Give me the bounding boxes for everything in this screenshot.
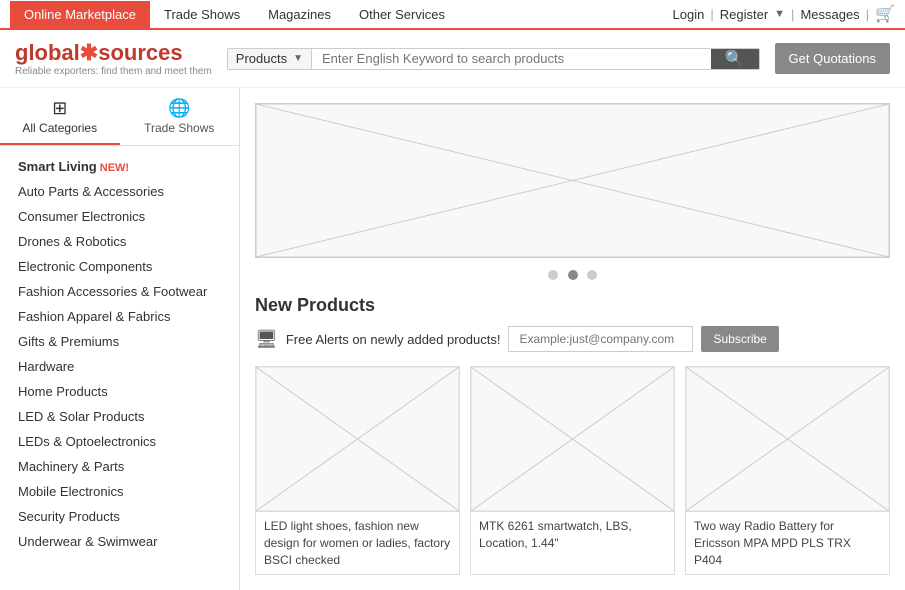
- sidebar-item-label: Security Products: [18, 509, 120, 524]
- get-quotations-button[interactable]: Get Quotations: [775, 43, 890, 74]
- alert-text: Free Alerts on newly added products!: [286, 332, 501, 347]
- sidebar-item-label: Home Products: [18, 384, 108, 399]
- register-link[interactable]: Register: [720, 7, 768, 22]
- search-button[interactable]: 🔍: [711, 49, 759, 69]
- subscribe-button[interactable]: Subscribe: [701, 326, 778, 352]
- product-desc-2: Two way Radio Battery for Ericsson MPA M…: [686, 512, 889, 574]
- main-layout: ⊞ All Categories 🌐 Trade Shows Smart Liv…: [0, 88, 905, 590]
- sidebar-item-label: Hardware: [18, 359, 74, 374]
- monitor-icon: 🖥: [255, 329, 278, 350]
- tab-trade-shows-label: Trade Shows: [144, 121, 214, 135]
- nav-trade-shows[interactable]: Trade Shows: [150, 1, 254, 28]
- register-arrow: ▼: [774, 8, 785, 20]
- sep3: |: [866, 7, 869, 22]
- sidebar-item-auto-parts[interactable]: Auto Parts & Accessories: [0, 179, 239, 204]
- sidebar-item-fashion-accessories[interactable]: Fashion Accessories & Footwear: [0, 279, 239, 304]
- sidebar-item-label: Drones & Robotics: [18, 234, 126, 249]
- grid-icon: ⊞: [5, 98, 115, 119]
- sep1: |: [710, 7, 713, 22]
- dot-3[interactable]: [587, 270, 597, 280]
- product-card-0[interactable]: LED light shoes, fashion new design for …: [255, 366, 460, 575]
- nav-other-services[interactable]: Other Services: [345, 1, 459, 28]
- sidebar-item-label: Auto Parts & Accessories: [18, 184, 164, 199]
- product-img-svg-0: [256, 367, 459, 511]
- sidebar-item-label: Machinery & Parts: [18, 459, 124, 474]
- product-image-1: [471, 367, 674, 512]
- sidebar-item-smart-living[interactable]: Smart LivingNEW!: [0, 154, 239, 179]
- sidebar-item-label: LED & Solar Products: [18, 409, 144, 424]
- sidebar: ⊞ All Categories 🌐 Trade Shows Smart Liv…: [0, 88, 240, 590]
- sidebar-item-label: Fashion Apparel & Fabrics: [18, 309, 170, 324]
- sidebar-item-security[interactable]: Security Products: [0, 504, 239, 529]
- banner-image: [255, 103, 890, 258]
- globe-icon: 🌐: [125, 98, 235, 119]
- sidebar-item-leds-opto[interactable]: LEDs & Optoelectronics: [0, 429, 239, 454]
- sidebar-item-home-products[interactable]: Home Products: [0, 379, 239, 404]
- sidebar-item-label: LEDs & Optoelectronics: [18, 434, 156, 449]
- new-products-title: New Products: [255, 295, 890, 316]
- product-grid: LED light shoes, fashion new design for …: [255, 366, 890, 575]
- banner-placeholder-svg: [256, 104, 889, 257]
- tab-all-categories-label: All Categories: [22, 121, 97, 135]
- sidebar-item-drones[interactable]: Drones & Robotics: [0, 229, 239, 254]
- search-category-label: Products: [236, 51, 287, 66]
- sidebar-item-fashion-apparel[interactable]: Fashion Apparel & Fabrics: [0, 304, 239, 329]
- sep2: |: [791, 7, 794, 22]
- dropdown-arrow-icon: ▼: [293, 53, 303, 64]
- product-image-0: [256, 367, 459, 512]
- banner-dots: [255, 268, 890, 283]
- sidebar-item-underwear[interactable]: Underwear & Swimwear: [0, 529, 239, 554]
- logo: global✱sources: [15, 40, 212, 66]
- top-nav-left: Online Marketplace Trade Shows Magazines…: [10, 1, 673, 28]
- search-category-dropdown[interactable]: Products ▼: [228, 49, 312, 69]
- alert-bar: 🖥 Free Alerts on newly added products! S…: [255, 326, 890, 352]
- product-img-svg-1: [471, 367, 674, 511]
- sidebar-item-label: Underwear & Swimwear: [18, 534, 157, 549]
- tab-all-categories[interactable]: ⊞ All Categories: [0, 88, 120, 145]
- sidebar-item-electronic-components[interactable]: Electronic Components: [0, 254, 239, 279]
- nav-online-marketplace[interactable]: Online Marketplace: [10, 1, 150, 28]
- login-link[interactable]: Login: [673, 7, 705, 22]
- search-bar: Products ▼ 🔍: [227, 48, 760, 70]
- top-nav-right: Login | Register ▼ | Messages | 🛒: [673, 4, 895, 24]
- nav-magazines[interactable]: Magazines: [254, 1, 345, 28]
- sidebar-item-label: Mobile Electronics: [18, 484, 124, 499]
- product-desc-1: MTK 6261 smartwatch, LBS, Location, 1.44…: [471, 512, 674, 558]
- sidebar-menu: Smart LivingNEW! Auto Parts & Accessorie…: [0, 146, 239, 562]
- sidebar-item-hardware[interactable]: Hardware: [0, 354, 239, 379]
- sidebar-item-mobile-electronics[interactable]: Mobile Electronics: [0, 479, 239, 504]
- site-header: global✱sources Reliable exporters: find …: [0, 30, 905, 88]
- product-card-2[interactable]: Two way Radio Battery for Ericsson MPA M…: [685, 366, 890, 575]
- product-desc-0: LED light shoes, fashion new design for …: [256, 512, 459, 574]
- product-img-svg-2: [686, 367, 889, 511]
- logo-area: global✱sources Reliable exporters: find …: [15, 40, 212, 77]
- new-badge: NEW!: [100, 162, 129, 174]
- content-area: New Products 🖥 Free Alerts on newly adde…: [240, 88, 905, 590]
- sidebar-item-consumer-electronics[interactable]: Consumer Electronics: [0, 204, 239, 229]
- sidebar-item-label: Gifts & Premiums: [18, 334, 119, 349]
- sidebar-item-led-solar[interactable]: LED & Solar Products: [0, 404, 239, 429]
- sidebar-item-label: Smart Living: [18, 159, 97, 174]
- tab-trade-shows[interactable]: 🌐 Trade Shows: [120, 88, 240, 145]
- cart-icon[interactable]: 🛒: [875, 4, 895, 24]
- sidebar-item-label: Consumer Electronics: [18, 209, 145, 224]
- search-icon: 🔍: [725, 51, 745, 68]
- dot-2[interactable]: [568, 270, 578, 280]
- logo-tagline: Reliable exporters: find them and meet t…: [15, 66, 212, 77]
- product-image-2: [686, 367, 889, 512]
- product-card-1[interactable]: MTK 6261 smartwatch, LBS, Location, 1.44…: [470, 366, 675, 575]
- search-input[interactable]: [312, 49, 711, 69]
- sidebar-item-label: Fashion Accessories & Footwear: [18, 284, 207, 299]
- top-navigation: Online Marketplace Trade Shows Magazines…: [0, 0, 905, 30]
- sidebar-tabs: ⊞ All Categories 🌐 Trade Shows: [0, 88, 239, 146]
- dot-1[interactable]: [548, 270, 558, 280]
- sidebar-item-gifts[interactable]: Gifts & Premiums: [0, 329, 239, 354]
- alert-email-input[interactable]: [508, 326, 693, 352]
- sidebar-item-machinery[interactable]: Machinery & Parts: [0, 454, 239, 479]
- sidebar-item-label: Electronic Components: [18, 259, 152, 274]
- messages-link[interactable]: Messages: [800, 7, 859, 22]
